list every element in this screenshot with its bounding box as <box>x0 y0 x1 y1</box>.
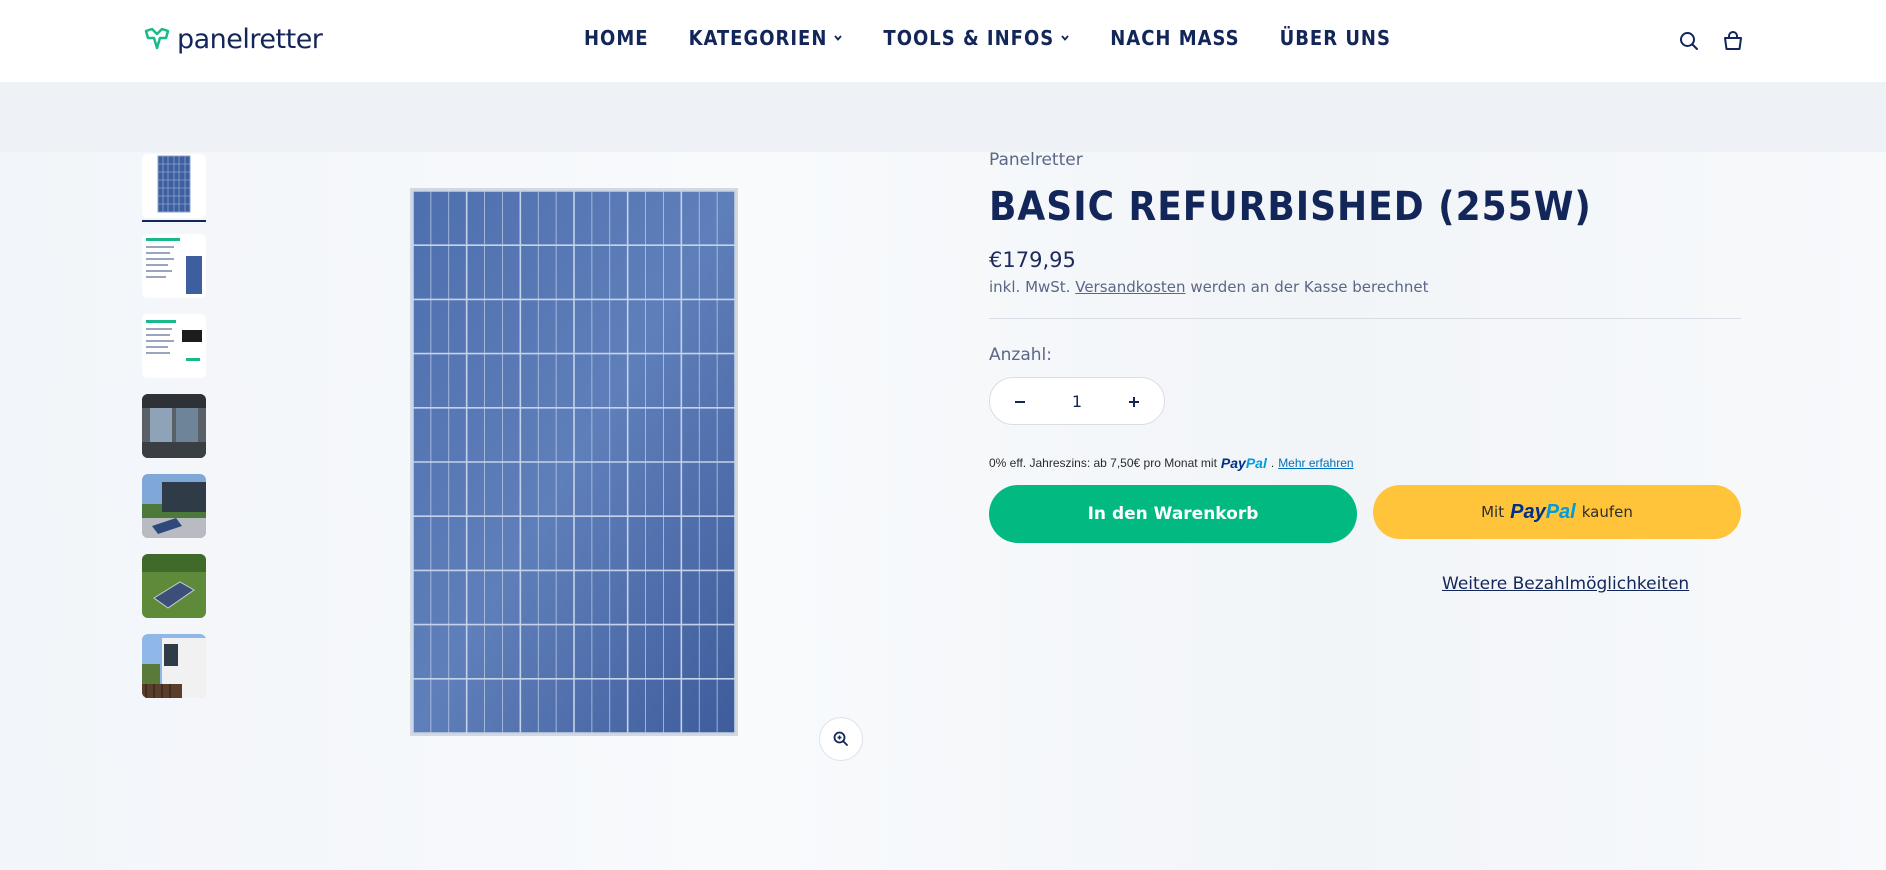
paypal-button-logo: PayPal <box>1510 501 1576 524</box>
thumbnail-lawn-image <box>142 554 206 618</box>
top-band <box>0 82 1886 152</box>
chevron-down-icon <box>1061 35 1069 41</box>
shipping-link[interactable]: Versandkosten <box>1075 278 1185 296</box>
nav-kategorien[interactable]: KATEGORIEN <box>689 26 844 50</box>
product-main-image[interactable] <box>410 188 738 736</box>
nav-nach-mass[interactable]: NACH MASS <box>1110 26 1239 50</box>
thumbnail-spec-sheet-2[interactable] <box>142 314 206 378</box>
paypal-financing-info: 0% eff. Jahreszins: ab 7,50€ pro Monat m… <box>989 455 1354 471</box>
purchase-buttons: In den Warenkorb Mit PayPal kaufen <box>989 485 1741 543</box>
nav-tools-label: TOOLS & INFOS <box>883 26 1055 50</box>
plus-icon <box>1129 396 1139 407</box>
quantity-stepper: 1 <box>989 377 1165 425</box>
thumbnail-spec-image <box>142 234 206 298</box>
paypal-info-text: 0% eff. Jahreszins: ab 7,50€ pro Monat m… <box>989 456 1217 470</box>
quantity-label: Anzahl: <box>989 345 1052 365</box>
paypal-checkout-button[interactable]: Mit PayPal kaufen <box>1373 485 1741 539</box>
product-title: BASIC REFURBISHED (255W) <box>989 184 1592 230</box>
thumbnail-window-image <box>142 394 206 458</box>
thumbnail-balcony[interactable] <box>142 634 206 698</box>
thumbnail-terrace-image <box>142 474 206 538</box>
zoom-icon <box>833 731 848 746</box>
paypal-logo: PayPal <box>1221 455 1267 471</box>
thumbnail-spec-sheet[interactable] <box>142 234 206 298</box>
search-icon[interactable] <box>1678 30 1700 52</box>
product-info: Panelretter BASIC REFURBISHED (255W) €17… <box>989 150 1741 543</box>
product-vendor[interactable]: Panelretter <box>989 150 1741 170</box>
paypal-logo-pay: Pay <box>1220 455 1246 471</box>
site-header: panelretter HOME KATEGORIEN TOOLS & INFO… <box>0 0 1886 82</box>
more-payment-options-link[interactable]: Weitere Bezahlmöglichkeiten <box>1442 574 1689 594</box>
paypal-button-suffix: kaufen <box>1581 503 1633 521</box>
quantity-value[interactable]: 1 <box>1072 392 1082 411</box>
minus-icon <box>1015 400 1025 403</box>
cart-icon[interactable] <box>1722 30 1744 52</box>
nav-ueber-uns-label: ÜBER UNS <box>1279 26 1391 50</box>
nav-ueber-uns[interactable]: ÜBER UNS <box>1280 26 1391 50</box>
chevron-down-icon <box>834 35 843 41</box>
thumbnail-panel-image <box>142 154 206 218</box>
nav-tools-infos[interactable]: TOOLS & INFOS <box>883 26 1070 50</box>
logo[interactable]: panelretter <box>143 24 323 55</box>
solar-panel-image <box>410 188 738 736</box>
nav-home-label: HOME <box>584 26 649 50</box>
thumbnail-spec2-image <box>142 314 206 378</box>
tax-note: inkl. MwSt. Versandkosten werden an der … <box>989 278 1741 296</box>
nav-kategorien-label: KATEGORIEN <box>688 26 828 50</box>
active-indicator <box>142 220 206 222</box>
thumbnail-terrace[interactable] <box>142 474 206 538</box>
divider <box>989 318 1741 319</box>
tax-prefix: inkl. MwSt. <box>989 278 1071 296</box>
paypal-learn-more-link[interactable]: Mehr erfahren <box>1278 456 1353 470</box>
thumbnail-lawn[interactable] <box>142 554 206 618</box>
nav-nach-mass-label: NACH MASS <box>1110 26 1240 50</box>
logo-icon <box>144 27 170 49</box>
paypal-button-logo-pay: Pay <box>1510 500 1546 523</box>
nav-home[interactable]: HOME <box>584 26 649 50</box>
minus-button[interactable] <box>1008 389 1032 414</box>
product-price: €179,95 <box>989 248 1076 272</box>
thumbnail-solar-panel[interactable] <box>142 154 206 222</box>
add-to-cart-button[interactable]: In den Warenkorb <box>989 485 1357 543</box>
zoom-button[interactable] <box>819 717 863 761</box>
main-nav: HOME KATEGORIEN TOOLS & INFOS NACH MASS … <box>584 26 1391 50</box>
thumbnail-list <box>142 154 206 714</box>
paypal-button-prefix: Mit <box>1481 503 1505 521</box>
header-icons <box>1678 30 1744 52</box>
tax-suffix: werden an der Kasse berechnet <box>1190 278 1429 296</box>
logo-text: panelretter <box>177 24 323 55</box>
thumbnail-window[interactable] <box>142 394 206 458</box>
paypal-button-logo-pal: Pal <box>1545 500 1576 523</box>
thumbnail-balcony-image <box>142 634 206 698</box>
plus-button[interactable] <box>1122 389 1146 414</box>
paypal-logo-pal: Pal <box>1245 455 1267 471</box>
